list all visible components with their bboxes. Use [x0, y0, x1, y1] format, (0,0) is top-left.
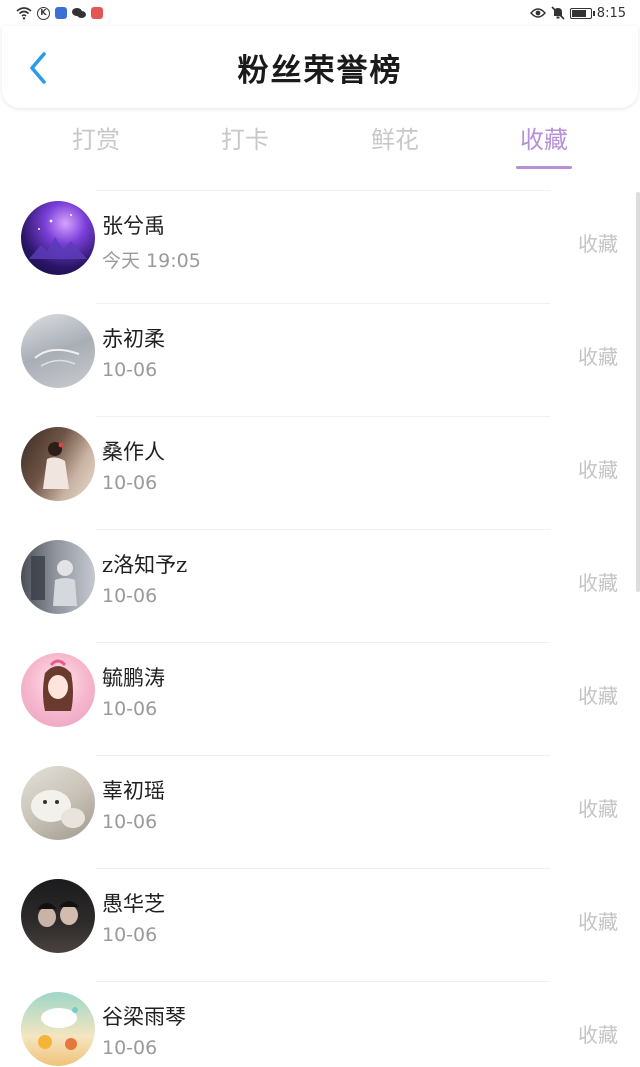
- fan-name: z洛知予z: [102, 553, 188, 577]
- list-item[interactable]: 张兮禹 今天 19:05 收藏: [0, 190, 640, 303]
- action-label: 收藏: [578, 684, 618, 708]
- tab-label: 收藏: [520, 126, 568, 154]
- avatar: [21, 314, 95, 388]
- fan-name: 愚华芝: [102, 892, 165, 916]
- list-item[interactable]: 愚华芝 10-06 收藏: [0, 868, 640, 981]
- fan-date: 今天 19:05: [102, 250, 201, 272]
- tab-flowers[interactable]: 鲜花: [335, 118, 455, 174]
- avatar: [21, 879, 95, 953]
- page-title: 粉丝荣誉榜: [237, 52, 403, 89]
- fan-list: 张兮禹 今天 19:05 收藏 赤初柔 10-06 收藏 桑作人 10-06 收…: [0, 190, 640, 1067]
- fan-name: 辜初瑶: [102, 779, 165, 803]
- wechat-icon: [72, 6, 86, 20]
- status-left: K: [16, 6, 103, 20]
- tab-label: 鲜花: [371, 126, 419, 154]
- action-label: 收藏: [578, 458, 618, 482]
- chevron-left-icon: [30, 52, 46, 84]
- scrollbar[interactable]: [636, 192, 640, 592]
- list-item[interactable]: 辜初瑶 10-06 收藏: [0, 755, 640, 868]
- clock: 8:15: [596, 5, 626, 21]
- action-label: 收藏: [578, 571, 618, 595]
- avatar: [21, 427, 95, 501]
- list-item[interactable]: 桑作人 10-06 收藏: [0, 416, 640, 529]
- action-label: 收藏: [578, 345, 618, 369]
- avatar: [21, 653, 95, 727]
- fan-name: 桑作人: [102, 440, 165, 464]
- list-item[interactable]: 谷梁雨琴 10-06 收藏: [0, 981, 640, 1067]
- action-label: 收藏: [578, 232, 618, 256]
- fan-name: 毓鹏涛: [102, 666, 165, 690]
- avatar: [21, 992, 95, 1066]
- fan-date: 10-06: [102, 924, 158, 946]
- status-bar: K 8:15: [0, 0, 640, 26]
- fan-date: 10-06: [102, 359, 158, 381]
- active-tab-indicator: [516, 166, 572, 169]
- tab-bar: 打赏 打卡 鲜花 收藏: [0, 118, 640, 174]
- fan-date: 10-06: [102, 811, 158, 833]
- mute-bell-icon: [551, 6, 565, 20]
- tab-favorites[interactable]: 收藏: [484, 118, 604, 174]
- action-label: 收藏: [578, 797, 618, 821]
- app-notification-icon: [55, 7, 67, 19]
- fan-name: 张兮禹: [102, 214, 165, 238]
- fan-date: 10-06: [102, 698, 158, 720]
- back-button[interactable]: [18, 48, 58, 88]
- action-label: 收藏: [578, 910, 618, 934]
- list-item[interactable]: 赤初柔 10-06 收藏: [0, 303, 640, 416]
- k-app-icon: K: [37, 6, 50, 20]
- avatar: [21, 766, 95, 840]
- fan-name: 赤初柔: [102, 327, 165, 351]
- avatar: [21, 540, 95, 614]
- fan-date: 10-06: [102, 472, 158, 494]
- battery-icon: [569, 7, 595, 19]
- tab-reward[interactable]: 打赏: [36, 118, 156, 174]
- tab-label: 打赏: [72, 126, 120, 154]
- header: 粉丝荣誉榜: [2, 26, 638, 108]
- status-right: 8:15: [529, 5, 626, 21]
- fan-date: 10-06: [102, 1037, 158, 1059]
- fan-name: 谷梁雨琴: [102, 1005, 186, 1029]
- avatar: [21, 201, 95, 275]
- red-app-icon: [91, 7, 103, 19]
- list-item[interactable]: 毓鹏涛 10-06 收藏: [0, 642, 640, 755]
- eye-icon: [529, 6, 546, 20]
- fan-date: 10-06: [102, 585, 158, 607]
- tab-label: 打卡: [221, 126, 269, 154]
- wifi-icon: [16, 6, 32, 20]
- list-item[interactable]: z洛知予z 10-06 收藏: [0, 529, 640, 642]
- tab-checkin[interactable]: 打卡: [185, 118, 305, 174]
- action-label: 收藏: [578, 1023, 618, 1047]
